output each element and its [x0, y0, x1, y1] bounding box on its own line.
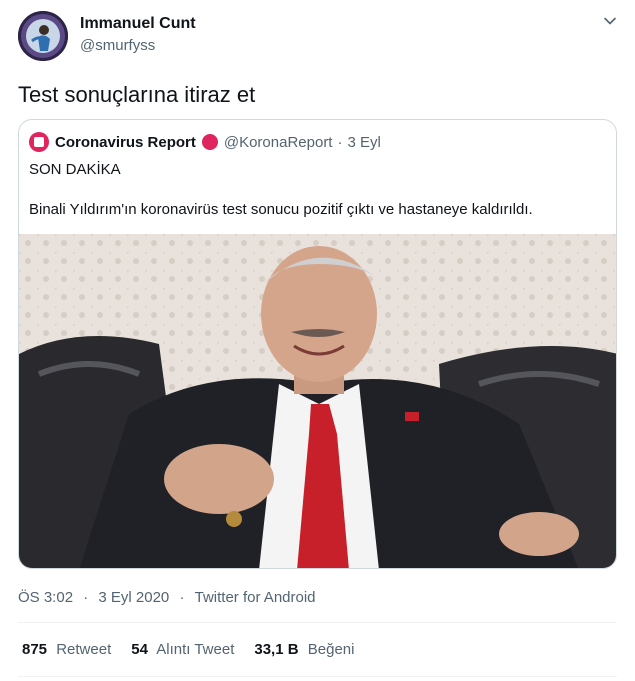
meta-separator: · — [83, 589, 89, 606]
retweet-label: Retweet — [56, 641, 112, 658]
quote-number: 54 — [131, 641, 148, 658]
red-circle-icon — [201, 134, 218, 150]
meta-separator: · — [179, 589, 185, 606]
quote-label: Alıntı Tweet — [156, 641, 235, 658]
quote-tweet-count[interactable]: 54 Alıntı Tweet — [131, 641, 234, 658]
tweet-meta: ÖS 3:02 · 3 Eyl 2020 · Twitter for Andro… — [18, 589, 316, 606]
like-number: 33,1 B — [254, 641, 299, 658]
tweet-date[interactable]: 3 Eyl 2020 — [98, 589, 169, 606]
quoted-author-handle: @KoronaReport — [223, 133, 333, 151]
separator: · — [337, 133, 343, 151]
tweet-stats: 875 Retweet 54 Alıntı Tweet 33,1 B Beğen… — [22, 641, 354, 658]
tweet: Immanuel Cunt @smurfyss Test sonuçlarına… — [0, 0, 635, 681]
quoted-tweet-header: Coronavirus Report @KoronaReport · 3 Eyl — [29, 132, 381, 152]
author-handle[interactable]: @smurfyss — [80, 37, 155, 54]
like-label: Beğeni — [307, 641, 355, 658]
avatar[interactable] — [18, 11, 68, 61]
quoted-photo[interactable] — [19, 234, 617, 569]
avatar-image — [18, 11, 68, 61]
quoted-author-name: Coronavirus Report — [55, 133, 196, 151]
retweet-count[interactable]: 875 Retweet — [22, 641, 111, 658]
tweet-text: Test sonuçlarına itiraz et — [18, 82, 256, 107]
divider-bottom — [18, 676, 617, 677]
author-name[interactable]: Immanuel Cunt — [80, 15, 196, 33]
tweet-time[interactable]: ÖS 3:02 — [18, 589, 73, 606]
quoted-tweet[interactable]: Coronavirus Report @KoronaReport · 3 Eyl… — [18, 119, 617, 569]
news-logo-icon — [29, 132, 49, 152]
chevron-down-icon[interactable] — [603, 14, 617, 28]
tweet-source[interactable]: Twitter for Android — [195, 589, 316, 606]
quoted-text-body: Binali Yıldırım'ın koronavirüs test sonu… — [29, 201, 533, 218]
divider — [18, 622, 617, 623]
quoted-date: 3 Eyl — [347, 133, 381, 151]
like-count[interactable]: 33,1 B Beğeni — [254, 641, 354, 658]
retweet-number: 875 — [22, 641, 48, 658]
quoted-text-headline: SON DAKİKA — [29, 161, 121, 178]
